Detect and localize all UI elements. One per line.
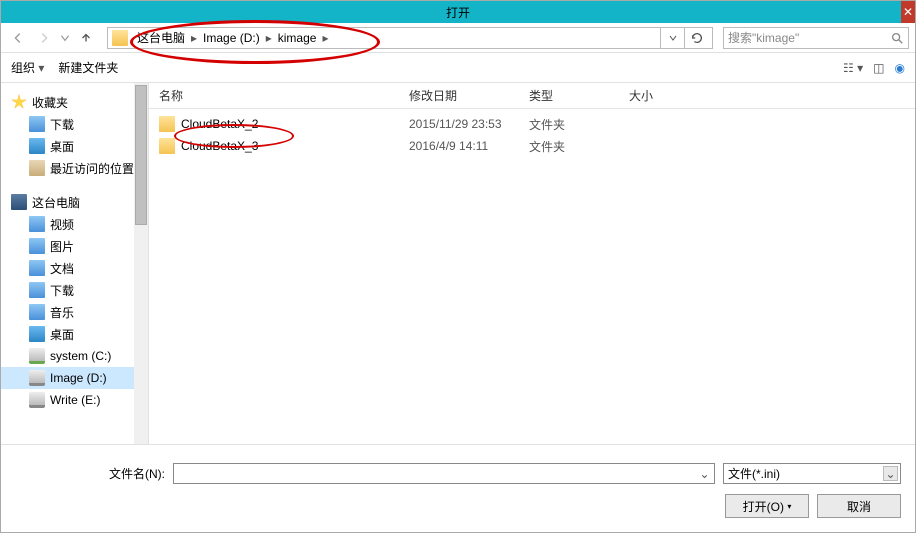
- view-options-button[interactable]: ☷ ▾: [843, 61, 863, 75]
- chevron-right-icon[interactable]: ▸: [319, 31, 331, 45]
- new-folder-button[interactable]: 新建文件夹: [58, 59, 118, 76]
- drive-icon: [29, 370, 45, 386]
- help-button[interactable]: ◉: [895, 61, 905, 75]
- main-area: 收藏夹 下载 桌面 最近访问的位置 这台电脑 视频 图片 文档 下载 音乐 桌面…: [1, 83, 915, 444]
- folder-icon: [159, 116, 175, 132]
- drive-icon: [29, 392, 45, 408]
- cancel-button[interactable]: 取消: [817, 494, 901, 518]
- column-type[interactable]: 类型: [529, 87, 629, 104]
- file-list: 名称 修改日期 类型 大小 CloudBetaX_2 2015/11/29 23…: [149, 83, 915, 444]
- sidebar-item-drive-c[interactable]: system (C:): [1, 345, 148, 367]
- desktop-icon: [29, 326, 45, 342]
- folder-icon: [29, 238, 45, 254]
- organize-menu[interactable]: 组织 ▾: [11, 59, 44, 76]
- file-row[interactable]: CloudBetaX_3 2016/4/9 14:11 文件夹: [149, 135, 915, 157]
- preview-pane-button[interactable]: ◫: [873, 61, 884, 75]
- sidebar-item-music[interactable]: 音乐: [1, 301, 148, 323]
- chevron-down-icon: ▾: [38, 61, 44, 75]
- filename-label: 文件名(N):: [15, 465, 165, 482]
- search-icon: [890, 31, 904, 45]
- chevron-right-icon[interactable]: ▸: [263, 31, 275, 45]
- filetype-filter[interactable]: 文件(*.ini) ⌄: [723, 463, 901, 484]
- sidebar-item-downloads2[interactable]: 下载: [1, 279, 148, 301]
- navbar: 这台电脑 ▸ Image (D:) ▸ kimage ▸ 搜索"kimage": [1, 23, 915, 53]
- folder-icon: [159, 138, 175, 154]
- search-placeholder: 搜索"kimage": [728, 29, 890, 46]
- filename-combo[interactable]: ⌄: [173, 463, 715, 484]
- sidebar-thispc[interactable]: 这台电脑: [1, 191, 148, 213]
- sidebar-item-desktop[interactable]: 桌面: [1, 135, 148, 157]
- folder-icon: [29, 282, 45, 298]
- sidebar-item-pictures[interactable]: 图片: [1, 235, 148, 257]
- column-headers: 名称 修改日期 类型 大小: [149, 83, 915, 109]
- sidebar-favorites[interactable]: 收藏夹: [1, 91, 148, 113]
- column-name[interactable]: 名称: [159, 87, 409, 104]
- chevron-down-icon[interactable]: ⌄: [697, 466, 712, 481]
- sidebar-item-documents[interactable]: 文档: [1, 257, 148, 279]
- sidebar-item-videos[interactable]: 视频: [1, 213, 148, 235]
- folder-icon: [29, 116, 45, 132]
- recent-icon: [29, 160, 45, 176]
- window-title: 打开: [446, 4, 470, 21]
- history-dropdown[interactable]: [59, 27, 71, 49]
- search-input[interactable]: 搜索"kimage": [723, 27, 909, 49]
- sidebar-item-desktop2[interactable]: 桌面: [1, 323, 148, 345]
- folder-icon: [29, 260, 45, 276]
- sidebar-item-downloads[interactable]: 下载: [1, 113, 148, 135]
- folder-icon: [112, 30, 128, 46]
- sidebar-item-drive-d[interactable]: Image (D:): [1, 367, 148, 389]
- titlebar: 打开 ✕: [1, 1, 915, 23]
- sidebar-scrollbar[interactable]: [134, 83, 148, 444]
- sidebar-item-drive-e[interactable]: Write (E:): [1, 389, 148, 411]
- breadcrumb-item-thispc[interactable]: 这台电脑: [134, 29, 188, 46]
- star-icon: [11, 94, 27, 110]
- sidebar: 收藏夹 下载 桌面 最近访问的位置 这台电脑 视频 图片 文档 下载 音乐 桌面…: [1, 83, 149, 444]
- breadcrumb[interactable]: 这台电脑 ▸ Image (D:) ▸ kimage ▸: [107, 27, 713, 49]
- column-size[interactable]: 大小: [629, 87, 709, 104]
- up-button[interactable]: [75, 27, 97, 49]
- open-button[interactable]: 打开(O) ▾: [725, 494, 809, 518]
- breadcrumb-item-drive[interactable]: Image (D:): [200, 31, 263, 45]
- breadcrumb-item-folder[interactable]: kimage: [275, 31, 320, 45]
- toolbar: 组织 ▾ 新建文件夹 ☷ ▾ ◫ ◉: [1, 53, 915, 83]
- file-row[interactable]: CloudBetaX_2 2015/11/29 23:53 文件夹: [149, 113, 915, 135]
- chevron-right-icon[interactable]: ▸: [188, 31, 200, 45]
- breadcrumb-dropdown[interactable]: [660, 27, 684, 49]
- close-button[interactable]: ✕: [901, 1, 915, 23]
- sidebar-item-recent[interactable]: 最近访问的位置: [1, 157, 148, 179]
- folder-icon: [29, 304, 45, 320]
- chevron-down-icon[interactable]: ⌄: [883, 466, 898, 481]
- split-arrow-icon: ▾: [787, 502, 791, 511]
- pc-icon: [11, 194, 27, 210]
- column-date[interactable]: 修改日期: [409, 87, 529, 104]
- refresh-button[interactable]: [684, 27, 708, 49]
- desktop-icon: [29, 138, 45, 154]
- forward-button[interactable]: [33, 27, 55, 49]
- open-dialog-window: 打开 ✕ 这台电脑 ▸ Image (D:) ▸ kimage ▸ 搜索"kim…: [0, 0, 916, 533]
- drive-icon: [29, 348, 45, 364]
- folder-icon: [29, 216, 45, 232]
- back-button[interactable]: [7, 27, 29, 49]
- scrollbar-thumb[interactable]: [135, 85, 147, 225]
- bottom-panel: 文件名(N): ⌄ 文件(*.ini) ⌄ 打开(O) ▾ 取消: [1, 444, 915, 532]
- file-rows: CloudBetaX_2 2015/11/29 23:53 文件夹 CloudB…: [149, 109, 915, 444]
